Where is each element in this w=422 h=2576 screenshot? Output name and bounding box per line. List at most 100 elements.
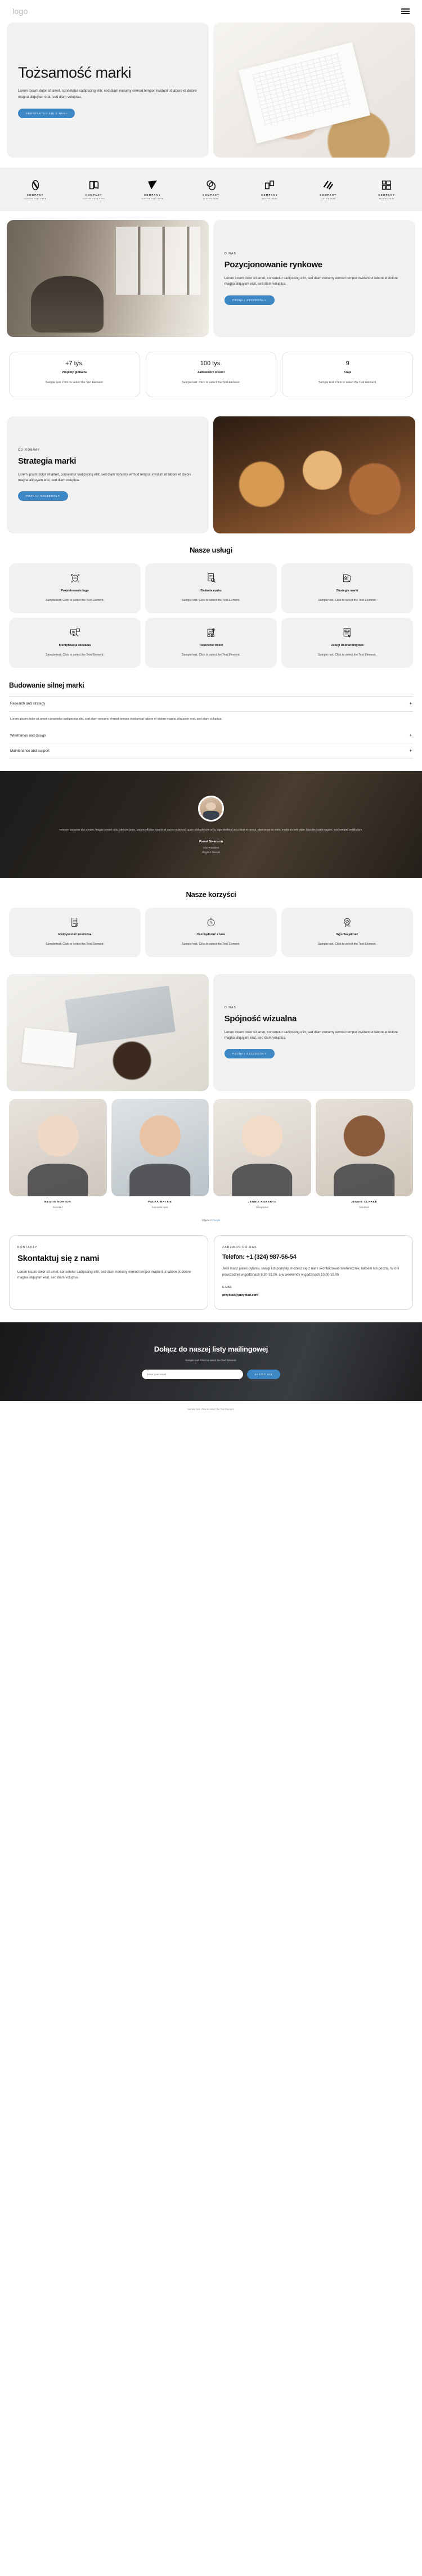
member-role: Wiceprezes — [255, 1206, 268, 1209]
newsletter-email-input[interactable] — [141, 1369, 243, 1379]
team-section: BESTIE NORTON Sekretarz PAŁAA MATTIE Kie… — [0, 1091, 422, 1213]
about-image — [7, 220, 209, 337]
service-description: Sample text. Click to select the Text El… — [318, 598, 376, 602]
plus-icon[interactable]: + — [409, 748, 412, 753]
credit-link[interactable]: Freepik — [212, 1219, 220, 1222]
logo-item: COMPANY TAGLINE HERE — [302, 179, 354, 200]
strategy-section: CO ROBIMY Strategia marki Lorem ipsum do… — [0, 407, 422, 533]
high-quality-icon — [287, 916, 407, 928]
benefit-card: Oszczędność czasu Sample text. Click to … — [145, 908, 277, 957]
logo-name: COMPANY — [320, 194, 337, 196]
logo-item: COMPANY TAGLINE HERE — [185, 179, 237, 200]
member-name: PAŁAA MATTIE — [148, 1201, 172, 1204]
phone-number[interactable]: Telefon: +1 (324) 987-56-54 — [222, 1254, 405, 1260]
newsletter-submit-button[interactable]: ZAPISZ SIĘ — [246, 1369, 281, 1379]
site-logo[interactable]: logo — [12, 7, 28, 16]
team-member: JENNIE ROBERTS Wiceprezes — [213, 1098, 311, 1209]
benefit-description: Sample text. Click to select the Text El… — [182, 943, 240, 946]
brand-strategy-icon — [287, 572, 407, 585]
services-row-2: Identyfikacja wizualna Sample text. Clic… — [0, 617, 422, 668]
logo-item: COMPANY TAGLINE GOES HERE — [9, 179, 61, 200]
visual-identity-icon — [15, 627, 135, 639]
accordion-section: Budowanie silnej marki Research and stra… — [0, 672, 422, 771]
newsletter-section: Dołącz do naszej listy mailingowej Sampl… — [0, 1322, 422, 1402]
team-member: BESTIE NORTON Sekretarz — [9, 1098, 107, 1209]
stat-number: 9 — [345, 360, 349, 367]
logo-tagline: TAGLINE GOES HERE — [24, 199, 47, 200]
logo-tagline: TAGLINE GOES HERE — [141, 199, 164, 200]
stat-description: Sample text. Click to select the Text El… — [318, 381, 377, 384]
services-title: Nasze usługi — [190, 545, 232, 554]
member-name: JENNIE CLARKE — [351, 1201, 378, 1204]
logo-tagline: TAGLINE HERE — [262, 199, 277, 200]
hero-cta-button[interactable]: SKONTAKTUJ SIĘ Z NAMI — [18, 108, 75, 118]
logo-tagline: TAGLINE HERE — [320, 199, 336, 200]
accordion-label: Research and strategy — [10, 702, 46, 706]
benefit-title: Efektywność kosztowa — [58, 933, 92, 937]
logo-tagline: TAGLINE GOES HERE — [83, 199, 105, 200]
service-card[interactable]: Badania rynku Sample text. Click to sele… — [145, 563, 277, 613]
accordion-item-maintenance[interactable]: Maintenance and support + — [9, 743, 413, 759]
member-name: BESTIE NORTON — [44, 1201, 71, 1204]
team-member: PAŁAA MATTIE Kierownik biura — [111, 1098, 209, 1209]
stat-label: Projekty globalne — [61, 371, 87, 374]
about-cta-button[interactable]: POZNAJ SZCZEGÓŁY — [224, 295, 275, 305]
stat-card: 9 Kraje Sample text. Click to select the… — [282, 352, 414, 397]
visual-section: O NAS Spójność wizualna Lorem ipsum dolo… — [0, 962, 422, 1091]
hamburger-menu-icon[interactable] — [401, 8, 410, 14]
contact-card-left: KONTAKTY Skontaktuj się z nami Lorem ips… — [9, 1235, 208, 1311]
hero-title: Tożsamość marki — [18, 64, 132, 82]
site-header: logo — [0, 0, 422, 23]
client-logos-strip: COMPANY TAGLINE GOES HERE COMPANY TAGLIN… — [0, 168, 422, 211]
logo-item: COMPANY TAGLINE GOES HERE — [126, 179, 178, 200]
strategy-cta-button[interactable]: POZNAJ SZCZEGÓŁY — [18, 491, 68, 501]
stat-number: +7 tys. — [65, 360, 84, 367]
accordion-item-wireframes[interactable]: Wireframes and design + — [9, 728, 413, 744]
plus-icon[interactable]: + — [409, 701, 412, 706]
company-check-icon — [146, 179, 159, 191]
about-text: Lorem ipsum dolor sit amet, consetetur s… — [224, 276, 398, 286]
accordion-item-research[interactable]: Research and strategy + — [9, 695, 413, 712]
member-photo — [315, 1098, 413, 1197]
contact-card-right: ZADZWOŃ DO NAS Telefon: +1 (324) 987-56-… — [214, 1235, 413, 1311]
benefits-title: Nasze korzyści — [186, 890, 236, 899]
email-address[interactable]: przykład@przykład.com — [222, 1294, 405, 1297]
member-role: Sekretarz — [52, 1206, 63, 1209]
member-name: JENNIE ROBERTS — [248, 1201, 276, 1204]
photo-credit: Zdjęcie z Freepik — [0, 1212, 422, 1224]
testimonial-section: Nemore pudanae dus ornare, feugiat ornar… — [0, 771, 422, 878]
svg-text:BRAND: BRAND — [344, 630, 349, 632]
plus-icon[interactable]: + — [409, 733, 412, 738]
service-title: Tworzenie treści — [199, 643, 223, 647]
hero-section: Tożsamość marki Lorem ipsum dolor sit am… — [0, 23, 422, 158]
about-eyebrow: O NAS — [224, 252, 236, 256]
service-description: Sample text. Click to select the Text El… — [318, 653, 376, 657]
visual-title: Spójność wizualna — [224, 1014, 297, 1024]
service-card[interactable]: Identyfikacja wizualna Sample text. Clic… — [9, 617, 141, 668]
credit-prefix: Zdjęcie z — [202, 1219, 212, 1222]
visual-eyebrow: O NAS — [224, 1006, 236, 1010]
service-card[interactable]: Tworzenie treści Sample text. Click to s… — [145, 617, 277, 668]
service-card[interactable]: LOGO Projektowanie logo Sample text. Cli… — [9, 563, 141, 613]
accordion-body: Lorem ipsum dolor sit amet, consetetur s… — [10, 717, 222, 721]
logo-tagline: TAGLINE HERE — [379, 199, 395, 200]
stat-number: 100 tys. — [200, 360, 222, 367]
hero-text: Lorem ipsum dolor sit amet, consetetur s… — [18, 89, 197, 100]
company-squares-icon — [263, 179, 276, 191]
accordion-label: Maintenance and support — [10, 748, 50, 753]
company-book-icon — [88, 179, 100, 191]
testimonial-company: Objęta z Freepik — [201, 850, 221, 854]
call-eyebrow: ZADZWOŃ DO NAS — [222, 1246, 257, 1250]
newsletter-title: Dołącz do naszej listy mailingowej — [154, 1344, 268, 1353]
stat-card: 100 tys. Zadowoleni klienci Sample text.… — [145, 352, 277, 397]
team-member: JENNIE CLARKE Sekretarz — [315, 1098, 413, 1209]
visual-cta-button[interactable]: POZNAJ SZCZEGÓŁY — [224, 1049, 275, 1059]
logo-name: COMPANY — [261, 194, 279, 196]
contact-eyebrow: KONTAKTY — [17, 1246, 38, 1250]
service-card[interactable]: BRAND Usługi Rebrandingowe Sample text. … — [281, 617, 413, 668]
hero-image — [213, 23, 415, 158]
avatar — [198, 795, 224, 822]
logo-item: COMPANY TAGLINE GOES HERE — [68, 179, 120, 200]
market-research-icon — [151, 572, 271, 585]
service-card[interactable]: Strategia marki Sample text. Click to se… — [281, 563, 413, 613]
